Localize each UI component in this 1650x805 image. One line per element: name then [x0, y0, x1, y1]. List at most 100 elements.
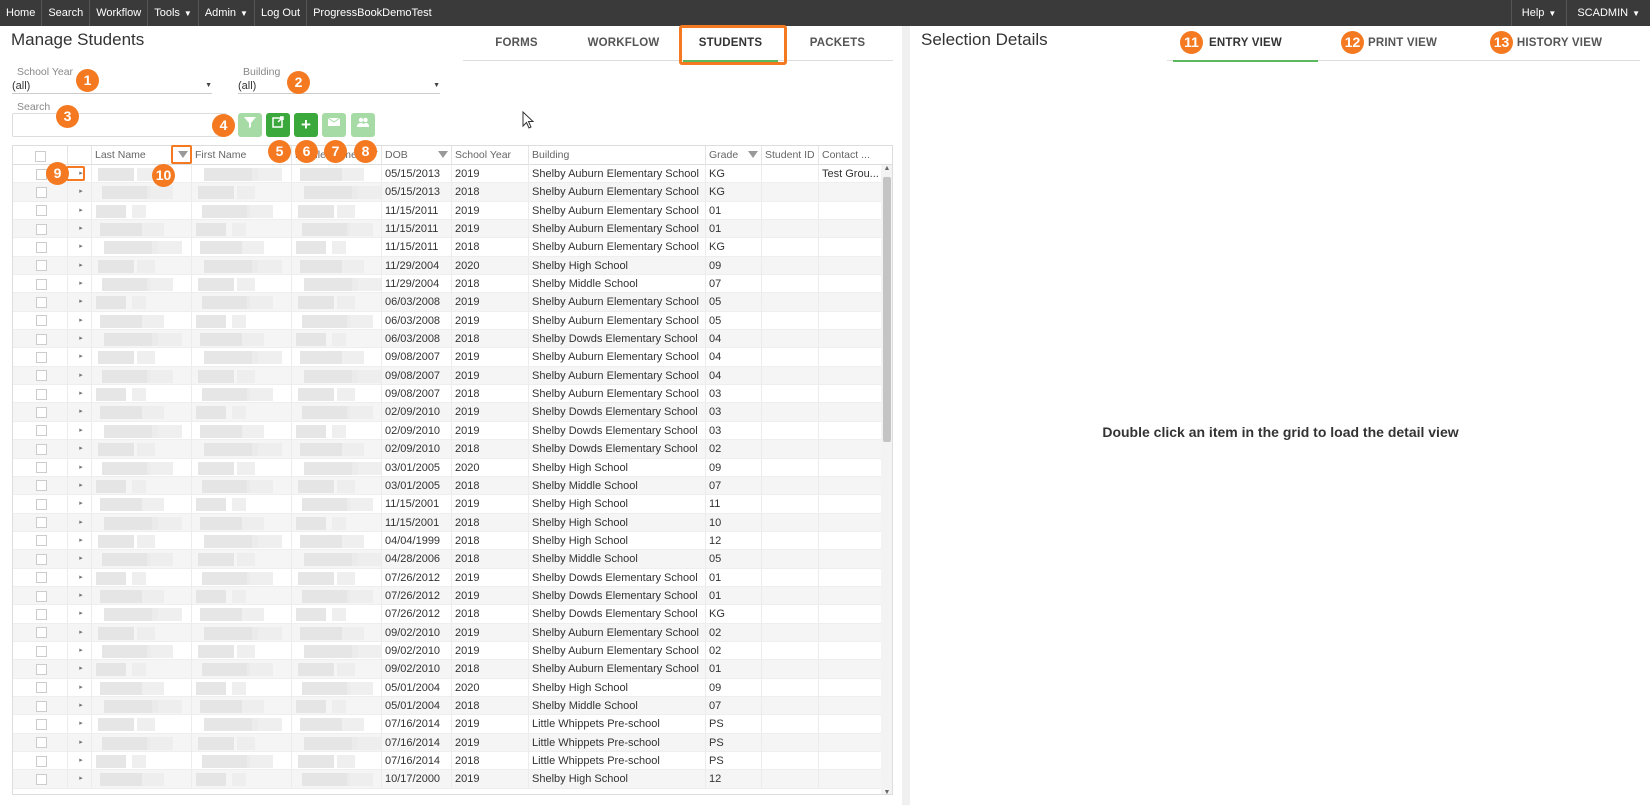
row-expand-icon[interactable]: ▸	[67, 678, 91, 697]
table-row[interactable]: ▸ 09/02/2010 2018 Shelby Auburn Elementary …	[13, 660, 881, 679]
table-row[interactable]: ▸ 07/16/2014 2018 Little Whippets Pre-schoo…	[13, 752, 881, 771]
row-checkbox[interactable]	[36, 645, 47, 657]
row-checkbox[interactable]	[36, 278, 47, 290]
row-expand-icon[interactable]: ▸	[67, 348, 91, 367]
row-checkbox[interactable]	[36, 718, 47, 730]
scroll-thumb[interactable]	[883, 177, 891, 442]
row-expand-icon[interactable]: ▸	[67, 495, 91, 514]
row-expand-icon[interactable]: ▸	[67, 586, 91, 605]
table-row[interactable]: ▸ 07/26/2012 2019 Shelby Dowds Elementary S…	[13, 586, 881, 606]
row-checkbox[interactable]	[36, 608, 47, 620]
row-expand-icon[interactable]: ▸	[67, 201, 91, 220]
table-row[interactable]: ▸ 05/01/2004 2020 Shelby High School 09	[13, 678, 881, 697]
row-checkbox[interactable]	[36, 241, 47, 253]
panel-splitter[interactable]	[902, 26, 910, 805]
scroll-down-icon[interactable]: ▼	[881, 789, 892, 794]
row-expand-icon[interactable]: ▸	[67, 623, 91, 642]
table-row[interactable]: ▸ 07/16/2014 2019 Little Whippets Pre-schoo…	[13, 715, 881, 734]
row-checkbox[interactable]	[36, 682, 47, 694]
table-row[interactable]: ▸ 04/28/2006 2018 Shelby Middle School 05	[13, 550, 881, 569]
header-grade[interactable]: Grade	[705, 146, 761, 165]
row-expand-icon[interactable]: ▸	[67, 330, 91, 349]
table-row[interactable]: ▸ 06/03/2008 2019 Shelby Auburn Elementary …	[13, 293, 881, 312]
table-row[interactable]: ▸ 11/15/2001 2018 Shelby High School 10	[13, 513, 881, 532]
header-student-id[interactable]: Student ID	[761, 146, 818, 165]
filter-icon[interactable]	[748, 151, 758, 158]
row-checkbox[interactable]	[36, 517, 47, 529]
table-row[interactable]: ▸ 09/02/2010 2019 Shelby Auburn Elementary …	[13, 623, 881, 642]
row-checkbox[interactable]	[36, 535, 47, 547]
nav-logout[interactable]: Log Out	[255, 0, 308, 26]
table-row[interactable]: ▸ 02/09/2010 2018 Shelby Dowds Elementary S…	[13, 440, 881, 459]
row-expand-icon[interactable]: ▸	[67, 366, 91, 385]
row-checkbox[interactable]	[36, 407, 47, 419]
row-expand-icon[interactable]: ▸	[67, 641, 91, 660]
search-input[interactable]	[12, 113, 227, 137]
filter-button[interactable]	[238, 113, 262, 137]
tab-workflow[interactable]: WORKFLOW	[570, 26, 677, 61]
row-expand-icon[interactable]: ▸	[67, 660, 91, 679]
row-checkbox[interactable]	[36, 700, 47, 712]
row-checkbox[interactable]	[36, 663, 47, 675]
row-checkbox[interactable]	[36, 553, 47, 565]
row-expand-icon[interactable]: ▸	[67, 458, 91, 477]
row-expand-icon[interactable]: ▸	[67, 256, 91, 275]
table-row[interactable]: ▸ 05/01/2004 2018 Shelby Middle School 07	[13, 696, 881, 716]
row-expand-icon[interactable]: ▸	[67, 531, 91, 550]
table-row[interactable]: ▸ 09/08/2007 2018 Shelby Auburn Elementary …	[13, 385, 881, 404]
nav-workflow[interactable]: Workflow	[90, 0, 149, 26]
row-checkbox[interactable]	[36, 352, 47, 364]
row-expand-icon[interactable]: ▸	[67, 513, 91, 532]
row-checkbox[interactable]	[36, 370, 47, 382]
row-expand-icon[interactable]: ▸	[67, 311, 91, 330]
table-row[interactable]: ▸ 11/29/2004 2018 Shelby Middle School 07	[13, 275, 881, 294]
row-checkbox[interactable]	[36, 737, 47, 749]
table-row[interactable]: ▸ 05/15/2013 2019 Shelby Auburn Elementary …	[13, 165, 881, 184]
header-contact[interactable]: Contact ...	[818, 146, 881, 165]
table-row[interactable]: ▸ 11/15/2011 2019 Shelby Auburn Elementary …	[13, 220, 881, 239]
tab-forms[interactable]: FORMS	[463, 26, 570, 61]
row-expand-icon[interactable]: ▸	[67, 770, 91, 789]
table-row[interactable]: ▸ 03/01/2005 2020 Shelby High School 09	[13, 458, 881, 477]
table-row[interactable]: ▸ 06/03/2008 2018 Shelby Dowds Elementary S…	[13, 330, 881, 349]
row-expand-icon[interactable]: ▸	[67, 275, 91, 294]
table-row[interactable]: ▸ 09/08/2007 2019 Shelby Auburn Elementary …	[13, 348, 881, 367]
row-checkbox[interactable]	[36, 627, 47, 639]
row-checkbox[interactable]	[36, 315, 47, 327]
row-expand-icon[interactable]: ▸	[67, 403, 91, 422]
nav-tools[interactable]: Tools ▼	[148, 0, 199, 26]
add-student-button[interactable]: +	[294, 113, 318, 137]
row-checkbox[interactable]	[36, 773, 47, 785]
school-year-select[interactable]: School Year (all) ▼	[12, 66, 212, 98]
table-row[interactable]: ▸ 02/09/2010 2019 Shelby Dowds Elementary S…	[13, 421, 881, 441]
row-checkbox[interactable]	[36, 186, 47, 198]
nav-search[interactable]: Search	[42, 0, 91, 26]
row-checkbox[interactable]	[36, 223, 47, 235]
nav-home[interactable]: Home	[0, 0, 43, 26]
table-row[interactable]: ▸ 10/17/2000 2019 Shelby High School 12	[13, 770, 881, 789]
row-checkbox[interactable]	[36, 572, 47, 584]
table-row[interactable]: ▸ 07/26/2012 2018 Shelby Dowds Elementary S…	[13, 605, 881, 624]
select-all-checkbox[interactable]	[34, 151, 46, 163]
row-checkbox[interactable]	[36, 333, 47, 345]
email-button[interactable]	[322, 113, 346, 137]
header-dob[interactable]: DOB	[381, 146, 451, 165]
row-expand-icon[interactable]: ▸	[67, 293, 91, 312]
row-checkbox[interactable]	[36, 388, 47, 400]
row-expand-icon[interactable]: ▸	[67, 385, 91, 404]
row-checkbox[interactable]	[36, 260, 47, 272]
table-row[interactable]: ▸ 02/09/2010 2019 Shelby Dowds Elementary S…	[13, 403, 881, 422]
building-select[interactable]: Building (all) ▼	[238, 66, 440, 98]
row-checkbox[interactable]	[36, 205, 47, 217]
nav-admin[interactable]: Admin ▼	[199, 0, 255, 26]
filter-icon[interactable]	[438, 151, 448, 158]
row-checkbox[interactable]	[36, 443, 47, 455]
row-checkbox[interactable]	[36, 480, 47, 492]
row-expand-icon[interactable]: ▸	[67, 440, 91, 459]
table-row[interactable]: ▸ 07/26/2012 2019 Shelby Dowds Elementary S…	[13, 568, 881, 587]
table-row[interactable]: ▸ 09/02/2010 2019 Shelby Auburn Elementary …	[13, 641, 881, 661]
row-checkbox[interactable]	[36, 425, 47, 437]
table-row[interactable]: ▸ 11/15/2011 2018 Shelby Auburn Elementary …	[13, 238, 881, 257]
row-expand-icon[interactable]: ▸	[67, 752, 91, 770]
scroll-up-icon[interactable]: ▲	[881, 165, 892, 172]
